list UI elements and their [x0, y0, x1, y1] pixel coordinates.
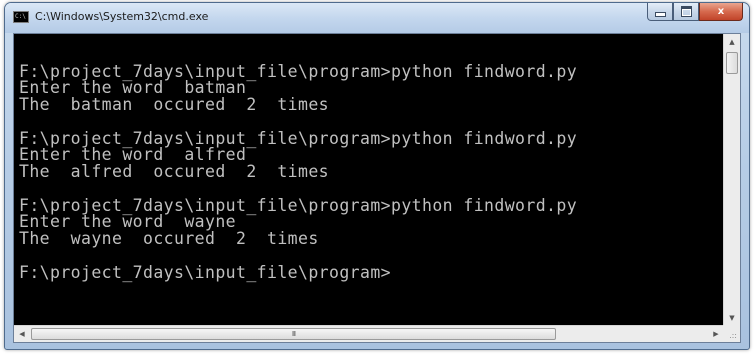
- cmd-window: C:\ C:\Windows\System32\cmd.exe x F:\pro…: [4, 2, 750, 350]
- scroll-right-icon[interactable]: ▶: [708, 326, 724, 342]
- scroll-up-icon[interactable]: ▲: [724, 34, 740, 50]
- minimize-button[interactable]: [647, 3, 673, 21]
- scroll-left-icon[interactable]: ◀: [14, 326, 30, 342]
- console-line: F:\project_7days\input_file\program>: [19, 263, 392, 282]
- vertical-scroll-thumb[interactable]: [726, 52, 738, 74]
- scroll-down-icon[interactable]: ▼: [724, 310, 740, 326]
- cmd-icon[interactable]: C:\: [13, 11, 29, 23]
- grip-icon: III: [291, 330, 296, 338]
- horizontal-scrollbar[interactable]: ◀ III ▶: [14, 325, 724, 342]
- title-bar[interactable]: C:\ C:\Windows\System32\cmd.exe x: [5, 3, 749, 33]
- console-line: Enter the word wayne: [19, 212, 237, 231]
- minimize-icon: [654, 12, 666, 17]
- vertical-scrollbar[interactable]: ▲ ▼: [723, 34, 740, 326]
- maximize-button[interactable]: [673, 3, 699, 21]
- console-line: The wayne occured 2 times: [19, 229, 319, 248]
- size-grip[interactable]: .::: [723, 325, 740, 342]
- console-line: Enter the word batman: [19, 78, 247, 97]
- window-title: C:\Windows\System32\cmd.exe: [35, 10, 209, 23]
- console-line: The batman occured 2 times: [19, 95, 330, 114]
- maximize-icon: [680, 6, 692, 17]
- console-line: Enter the word alfred: [19, 145, 247, 164]
- caption-buttons: x: [647, 3, 743, 22]
- size-grip-icon: .::: [729, 331, 737, 340]
- console-output[interactable]: F:\project_7days\input_file\program>pyth…: [14, 34, 724, 326]
- console-area[interactable]: F:\project_7days\input_file\program>pyth…: [13, 33, 741, 343]
- close-icon: x: [717, 6, 725, 17]
- horizontal-scroll-thumb[interactable]: III: [31, 328, 556, 340]
- console-line: The alfred occured 2 times: [19, 162, 330, 181]
- close-button[interactable]: x: [699, 3, 743, 21]
